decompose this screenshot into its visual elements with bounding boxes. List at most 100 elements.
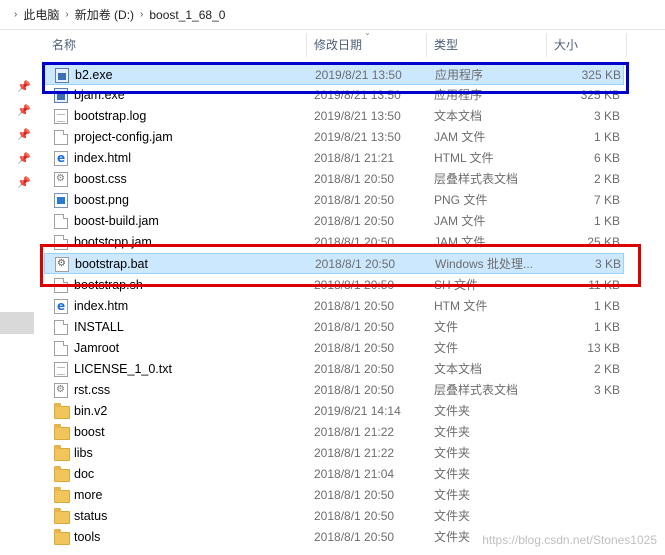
navigation-selected-item[interactable] (0, 312, 34, 334)
file-name: Jamroot (74, 340, 120, 355)
pin-icon: 📌 (17, 105, 31, 117)
file-size: 1 KB (593, 298, 620, 313)
folder-icon (54, 529, 70, 546)
file-date-modified: 2018/8/1 20:50 (314, 340, 395, 355)
file-row[interactable]: bin.v2 2019/8/21 14:14 文件夹 (44, 401, 624, 422)
file-row[interactable]: boost.css 2018/8/1 20:50 层叠样式表文档 2 KB (44, 169, 624, 190)
file-row[interactable]: project-config.jam 2019/8/21 13:50 JAM 文件 1… (44, 127, 624, 148)
file-size: 325 KB (580, 88, 620, 103)
file-row[interactable]: rst.css 2018/8/1 20:50 层叠样式表文档 3 KB (44, 380, 624, 401)
file-row[interactable]: bjam.exe 2019/8/21 13:50 应用程序 325 KB (44, 85, 624, 106)
column-header-name[interactable]: 名称 (52, 30, 76, 60)
file-name: bootstrap.sh (74, 277, 143, 292)
file-list[interactable]: 名称 修改日期 ⌄ 类型 大小 b2.exe 2019/8/21 13:50 应用程… (34, 28, 665, 555)
breadcrumb-boost-folder[interactable]: boost_1_68_0 (149, 8, 225, 22)
column-divider[interactable] (306, 33, 307, 57)
file-name: libs (74, 445, 93, 460)
file-size: 25 KB (587, 235, 620, 250)
file-name: index.html (74, 151, 131, 166)
file-type: 文本文档 (434, 109, 483, 124)
image-file-icon (54, 193, 68, 209)
file-row[interactable]: libs 2018/8/1 21:22 文件夹 (44, 443, 624, 464)
folder-icon (54, 465, 70, 482)
file-row[interactable]: LICENSE_1_0.txt 2018/8/1 20:50 文本文档 2 KB (44, 359, 624, 380)
file-type: HTM 文件 (434, 298, 488, 313)
file-date-modified: 2018/8/1 21:22 (314, 445, 395, 460)
file-row[interactable]: index.htm 2018/8/1 20:50 HTM 文件 1 KB (44, 296, 624, 317)
file-type: JAM 文件 (434, 235, 486, 250)
file-size (544, 506, 620, 527)
column-header-date[interactable]: 修改日期 (314, 30, 362, 60)
file-row[interactable]: Jamroot 2018/8/1 20:50 文件 13 KB (44, 338, 624, 359)
file-date-modified: 2019/8/21 13:50 (314, 88, 401, 103)
file-row[interactable]: boost.png 2018/8/1 20:50 PNG 文件 7 KB (44, 190, 624, 211)
pin-icon: 📌 (17, 153, 31, 165)
file-date-modified: 2019/8/21 14:14 (314, 403, 401, 418)
file-date-modified: 2018/8/1 20:50 (315, 257, 396, 272)
folder-icon (54, 487, 70, 503)
column-divider[interactable] (426, 33, 427, 57)
folder-icon (54, 508, 70, 525)
file-row[interactable]: boost 2018/8/1 21:22 文件夹 (44, 422, 624, 443)
file-type: HTML 文件 (434, 151, 494, 166)
file-date-modified: 2018/8/1 21:04 (314, 466, 395, 481)
file-row[interactable]: doc 2018/8/1 21:04 文件夹 (44, 464, 624, 485)
file-size: 6 KB (593, 151, 620, 166)
file-name: bootstrap.bat (75, 257, 148, 272)
pin-icon: 📌 (17, 81, 31, 93)
file-date-modified: 2018/8/1 20:50 (314, 319, 395, 334)
file-name: b2.exe (75, 68, 113, 82)
file-row[interactable]: index.html 2018/8/1 21:21 HTML 文件 6 KB (44, 148, 624, 169)
file-size: 11 KB (588, 277, 620, 292)
file-size (544, 464, 620, 485)
file-name: bin.v2 (74, 403, 108, 418)
column-divider[interactable] (546, 33, 547, 57)
file-name: bjam.exe (74, 88, 125, 103)
file-row[interactable]: boost-build.jam 2018/8/1 20:50 JAM 文件 1 KB (44, 211, 624, 232)
column-header-type[interactable]: 类型 (434, 30, 458, 60)
file-icon (54, 340, 68, 356)
chevron-right-icon[interactable]: › (140, 9, 143, 20)
file-date-modified: 2018/8/1 20:50 (314, 193, 395, 208)
file-type: 应用程序 (434, 88, 483, 103)
file-date-modified: 2018/8/1 20:50 (314, 298, 395, 313)
file-type: PNG 文件 (434, 193, 488, 208)
file-size: 7 KB (593, 193, 620, 208)
chevron-right-icon[interactable]: › (14, 9, 17, 20)
file-name: status (74, 509, 108, 524)
column-divider[interactable] (626, 33, 627, 57)
file-row[interactable]: status 2018/8/1 20:50 文件夹 (44, 506, 624, 527)
file-size: 3 KB (593, 382, 620, 397)
file-name: index.htm (74, 298, 129, 313)
file-type: JAM 文件 (434, 214, 486, 229)
breadcrumb-drive-d[interactable]: 新加卷 (D:) (75, 6, 134, 23)
file-row[interactable]: INSTALL 2018/8/1 20:50 文件 1 KB (44, 317, 624, 338)
file-name: INSTALL (74, 319, 124, 334)
file-row[interactable]: bootstrap.log 2019/8/21 13:50 文本文档 3 KB (44, 106, 624, 127)
file-name: more (74, 488, 103, 502)
file-name: boost (74, 424, 105, 439)
pin-icon: 📌 (17, 177, 31, 189)
file-row[interactable]: bootstrap.bat 2018/8/1 20:50 Windows 批处理..… (44, 253, 624, 275)
file-row[interactable]: bootstcpp.jam 2018/8/1 20:50 JAM 文件 25 KB (44, 232, 624, 253)
file-name: bootstrap.log (74, 109, 147, 124)
text-file-icon (54, 361, 68, 377)
column-header-size[interactable]: 大小 (554, 30, 578, 60)
file-size: 1 KB (593, 319, 620, 334)
file-icon (54, 235, 68, 251)
file-name: bootstcpp.jam (74, 235, 152, 250)
chevron-right-icon[interactable]: › (65, 9, 68, 20)
html-file-icon (54, 151, 68, 167)
file-row[interactable]: more 2018/8/1 20:50 文件夹 (44, 485, 624, 506)
folder-icon (54, 444, 70, 461)
file-row[interactable]: b2.exe 2019/8/21 13:50 应用程序 325 KB (44, 64, 624, 85)
file-size: 2 KB (593, 172, 620, 187)
file-name: rst.css (74, 382, 111, 397)
breadcrumb: › 此电脑 › 新加卷 (D:) › boost_1_68_0 (0, 0, 665, 30)
file-date-modified: 2018/8/1 20:50 (314, 382, 395, 397)
file-row[interactable]: bootstrap.sh 2018/8/1 20:50 SH 文件 11 KB (44, 275, 624, 296)
navigation-pane[interactable]: 📌 📌 📌 📌 📌 (0, 30, 34, 555)
file-name: LICENSE_1_0.txt (74, 361, 172, 376)
breadcrumb-this-pc[interactable]: 此电脑 (23, 6, 59, 23)
file-date-modified: 2018/8/1 21:22 (314, 424, 395, 439)
